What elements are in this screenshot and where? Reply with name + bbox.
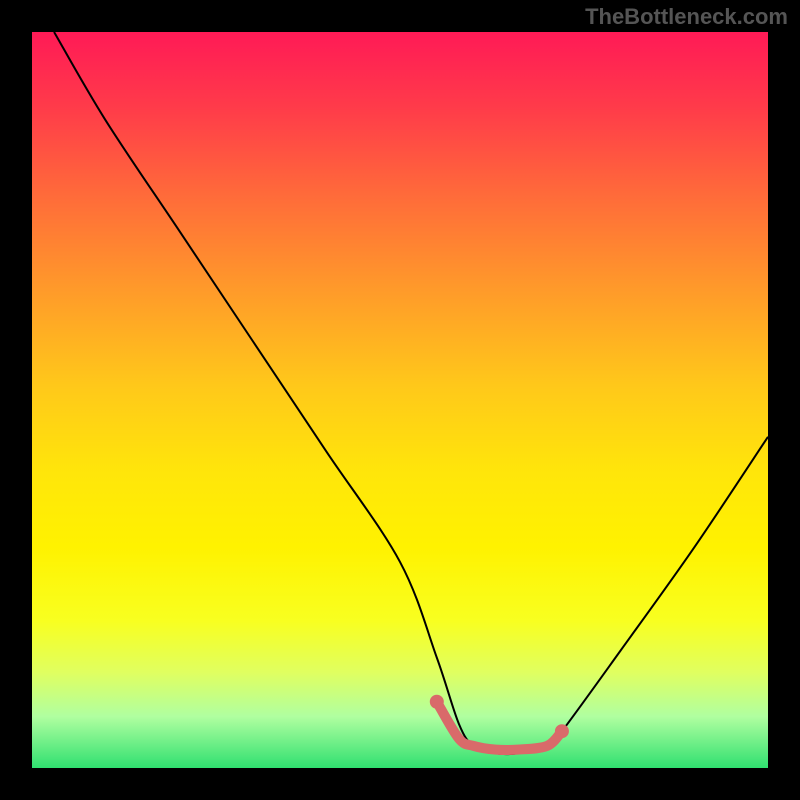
chart-container: TheBottleneck.com [0,0,800,800]
optimal-zone-highlight [437,702,562,750]
bottleneck-curve-path [54,32,768,754]
plot-area [32,32,768,768]
watermark-text: TheBottleneck.com [585,4,788,30]
highlight-dot-right [555,724,569,738]
highlight-dot-left [430,695,444,709]
curve-svg [32,32,768,768]
